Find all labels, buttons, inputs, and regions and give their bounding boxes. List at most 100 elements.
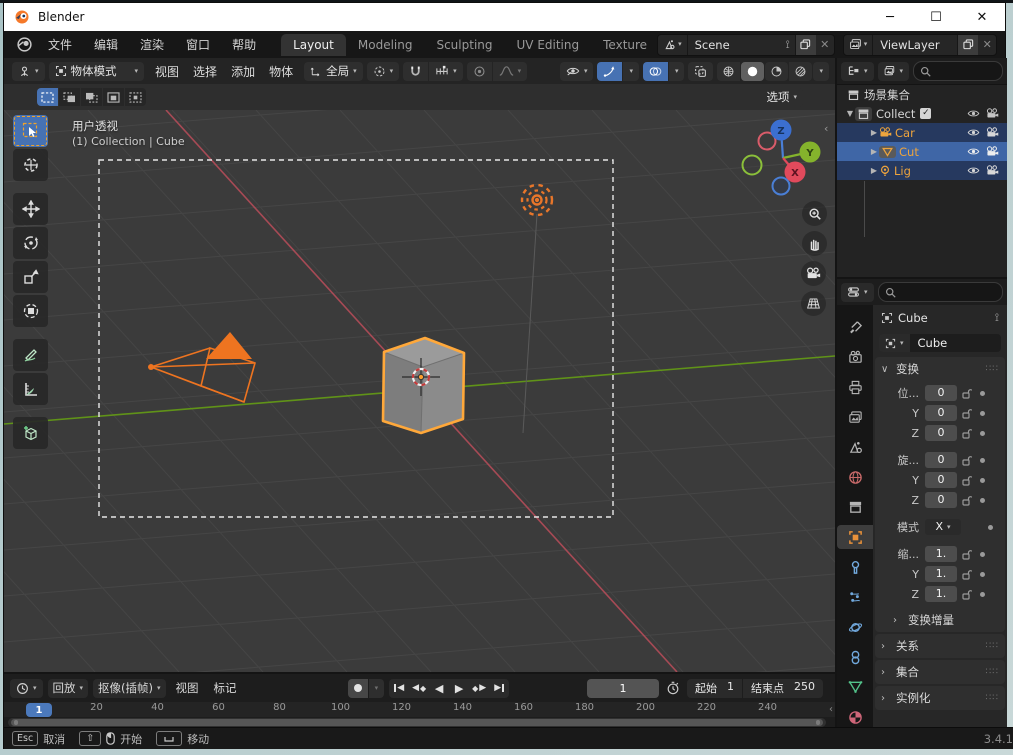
- jump-to-end-button[interactable]: ▶: [489, 679, 509, 698]
- panel-grip[interactable]: ∷∷: [986, 693, 999, 703]
- jump-to-start-button[interactable]: ◀: [389, 679, 409, 698]
- value-field[interactable]: 1.: [925, 546, 957, 562]
- delta-transform-header[interactable]: › 变换增量: [875, 610, 1005, 630]
- sidebar-toggle-arrow[interactable]: ‹: [824, 122, 828, 135]
- next-keyframe-button[interactable]: ◆ ▶: [469, 679, 489, 698]
- start-frame-field[interactable]: 起始 1: [687, 680, 742, 696]
- rotation-mode-dropdown[interactable]: X ▾: [925, 519, 961, 535]
- breadcrumb-object[interactable]: Cube: [898, 311, 928, 325]
- region-arrow[interactable]: ‹: [829, 704, 833, 715]
- animate-dot[interactable]: [980, 591, 985, 597]
- blender-menu-icon[interactable]: [16, 36, 33, 53]
- tab-object-data[interactable]: [837, 675, 873, 699]
- tool-transform[interactable]: [13, 295, 48, 327]
- collection-row[interactable]: ▼ Collect ✓: [837, 104, 1007, 123]
- menu-item[interactable]: 编辑: [83, 32, 129, 58]
- object-name-field[interactable]: Cube: [909, 334, 1001, 352]
- use-preview-range-toggle[interactable]: [664, 679, 682, 698]
- expand-icon[interactable]: ▶: [869, 166, 879, 175]
- tab-scene[interactable]: [837, 435, 873, 459]
- play-button[interactable]: ▶: [449, 679, 469, 698]
- gizmo-dropdown[interactable]: ▾: [623, 61, 639, 81]
- tab-material[interactable]: [837, 705, 873, 729]
- workspace-tab[interactable]: Modeling: [346, 34, 425, 56]
- navigation-gizmo[interactable]: Z Y X: [741, 119, 821, 196]
- panel-grip[interactable]: ∷∷: [986, 641, 999, 651]
- collection-name[interactable]: Collect: [876, 107, 915, 121]
- tab-output[interactable]: [837, 375, 873, 399]
- shading-material-button[interactable]: [765, 61, 789, 81]
- animate-dot[interactable]: [980, 390, 985, 396]
- visibility-dropdown[interactable]: ▾: [559, 61, 594, 81]
- viewlayer-browse-button[interactable]: ▾: [844, 34, 874, 55]
- playback-menu[interactable]: 回放 ▾: [47, 678, 89, 698]
- select-invert-button[interactable]: [103, 88, 124, 106]
- unlink-scene-button[interactable]: ✕: [816, 38, 834, 51]
- properties-search-input[interactable]: [877, 282, 1003, 302]
- animate-dot[interactable]: [980, 551, 985, 557]
- panel-grip[interactable]: ∷∷: [986, 667, 999, 677]
- gizmo-neg-y-ball[interactable]: [741, 154, 763, 176]
- tab-world[interactable]: [837, 465, 873, 489]
- menu-item[interactable]: 文件: [37, 32, 83, 58]
- workspace-tab[interactable]: UV Editing: [505, 34, 592, 56]
- camera-visibility-icon[interactable]: [986, 108, 999, 119]
- camera-view-button[interactable]: [801, 261, 826, 286]
- camera-object[interactable]: [148, 332, 256, 404]
- options-dropdown[interactable]: 选项 ▾: [760, 87, 803, 107]
- tool-add-cube[interactable]: [13, 417, 48, 449]
- animate-dot[interactable]: [988, 524, 993, 530]
- camera-visibility-icon[interactable]: [986, 165, 999, 176]
- timeline-scrollbar[interactable]: [8, 718, 826, 727]
- outliner-row-cube[interactable]: ▶ Cut: [837, 142, 1007, 161]
- tab-constraints[interactable]: [837, 645, 873, 669]
- value-field[interactable]: 0: [925, 452, 957, 468]
- lock-icon[interactable]: [962, 388, 972, 399]
- lock-icon[interactable]: [962, 589, 972, 600]
- properties-editor-dropdown[interactable]: ▾: [841, 282, 874, 302]
- collections-panel[interactable]: › 集合 ∷∷: [875, 660, 1005, 684]
- editor-type-dropdown[interactable]: ▾: [12, 61, 45, 81]
- current-frame-field[interactable]: 1: [587, 678, 659, 698]
- lock-icon[interactable]: [962, 549, 972, 560]
- transform-panel-header[interactable]: ∨ 变换 ∷∷: [875, 359, 1005, 379]
- snap-toggle[interactable]: [403, 61, 429, 81]
- select-new-button[interactable]: [37, 88, 58, 106]
- auto-keying-toggle[interactable]: [347, 678, 368, 698]
- value-field[interactable]: 0: [925, 385, 957, 401]
- panel-grip[interactable]: ∷∷: [986, 364, 999, 374]
- select-extend-button[interactable]: [59, 88, 80, 106]
- tab-collection[interactable]: [837, 495, 873, 519]
- animate-dot[interactable]: [980, 430, 985, 436]
- keying-menu[interactable]: 抠像(插帧) ▾: [93, 678, 166, 698]
- viewport-menu-item[interactable]: 添加: [224, 63, 262, 80]
- tool-measure[interactable]: [13, 373, 48, 405]
- falloff-dropdown[interactable]: ▾: [492, 61, 528, 81]
- pivot-point-dropdown[interactable]: ▾: [366, 61, 400, 81]
- timeline-editor-dropdown[interactable]: ▾: [10, 678, 43, 698]
- value-field[interactable]: 0: [925, 425, 957, 441]
- markers-menu[interactable]: 标记: [209, 679, 242, 698]
- animate-dot[interactable]: [980, 571, 985, 577]
- shading-wireframe-button[interactable]: [717, 61, 741, 81]
- workspace-tab[interactable]: Sculpting: [424, 34, 504, 56]
- scene-collection-row[interactable]: 场景集合: [837, 85, 1007, 104]
- value-field[interactable]: 0: [925, 492, 957, 508]
- lock-icon[interactable]: [962, 408, 972, 419]
- viewport-menu-item[interactable]: 视图: [148, 63, 186, 80]
- object-id-dropdown[interactable]: ▾: [879, 334, 910, 352]
- shading-dropdown[interactable]: ▾: [813, 61, 829, 81]
- tool-annotate[interactable]: [13, 339, 48, 371]
- camera-visibility-icon[interactable]: [986, 127, 999, 138]
- tool-cursor[interactable]: [13, 149, 48, 181]
- ortho-toggle-button[interactable]: [801, 291, 826, 316]
- expand-icon[interactable]: ▶: [869, 128, 879, 137]
- light-object[interactable]: [520, 183, 554, 217]
- orientation-dropdown[interactable]: 全局 ▾: [304, 61, 363, 81]
- animate-dot[interactable]: [980, 457, 985, 463]
- viewlayer-name-field[interactable]: ViewLayer: [873, 38, 957, 52]
- tool-rotate[interactable]: [13, 227, 48, 259]
- lock-icon[interactable]: [962, 455, 972, 466]
- collection-color-button[interactable]: [855, 106, 872, 121]
- tool-move[interactable]: [13, 193, 48, 225]
